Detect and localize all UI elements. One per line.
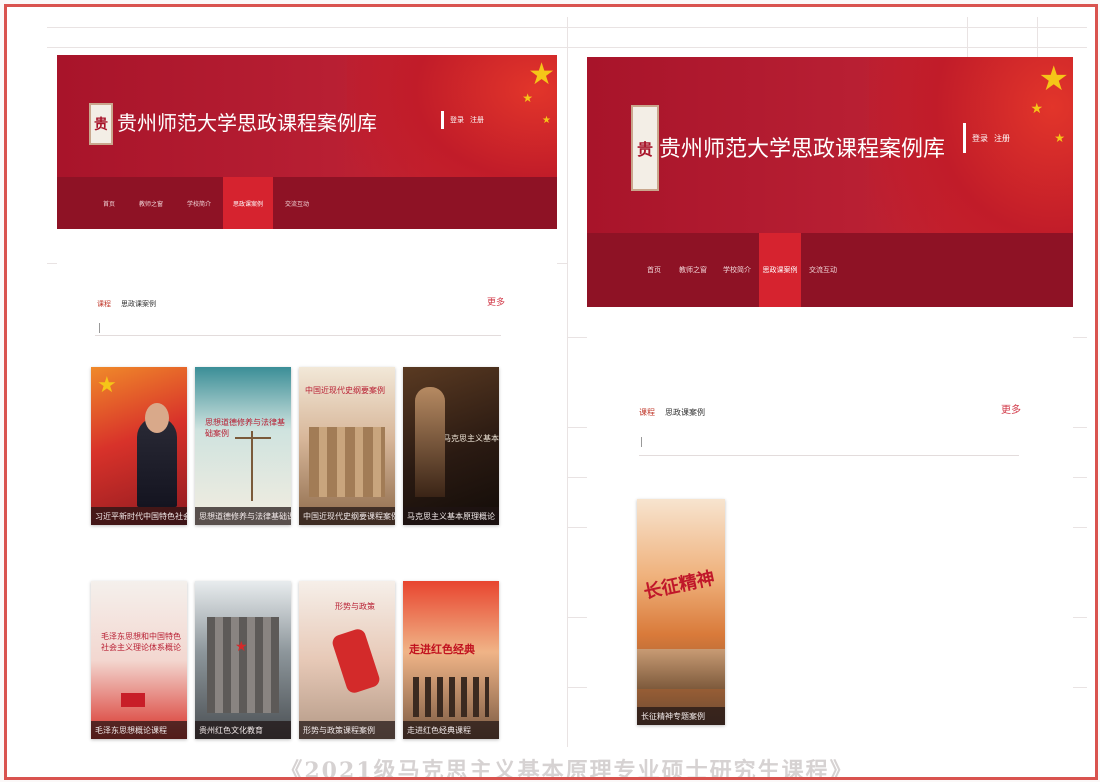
case-card-caption: 中国近现代史纲要课程案例 bbox=[299, 507, 395, 525]
case-card-caption: 马克思主义基本原理概论 bbox=[403, 507, 499, 525]
university-seal-logo: 贵 bbox=[89, 103, 113, 145]
nav-interaction[interactable]: 交流互动 bbox=[801, 233, 845, 307]
case-card[interactable]: 形势与政策 形势与政策课程案例 bbox=[299, 581, 395, 739]
case-card-title: 马克思主义基本原理 bbox=[443, 434, 499, 443]
section-title: 思政课案例 bbox=[665, 408, 705, 417]
section-header: 课程 思政课案例 bbox=[97, 299, 156, 309]
document-frame: ★ ★ ★ 贵 贵州师范大学思政课程案例库 登录 注册 首页 教师之窗 学校简介… bbox=[4, 4, 1098, 780]
case-card-title: 中国近现代史纲要案例 bbox=[305, 386, 385, 395]
star-icon: ★ bbox=[235, 639, 248, 655]
site-banner: ★ ★ ★ 贵 贵州师范大学思政课程案例库 登录 注册 首页 教师之窗 学校简介… bbox=[57, 55, 557, 229]
login-link[interactable]: 登录 bbox=[450, 115, 464, 125]
case-card-caption: 毛泽东思想概论课程 bbox=[91, 721, 187, 739]
case-card[interactable]: 毛泽东思想和中国特色社会主义理论体系概论 毛泽东思想概论课程 bbox=[91, 581, 187, 739]
section-divider bbox=[95, 335, 501, 336]
star-icon: ★ bbox=[1038, 59, 1069, 99]
case-card[interactable]: 马克思主义基本原理 马克思主义基本原理概论 bbox=[403, 367, 499, 525]
nav-teachers[interactable]: 教师之窗 bbox=[127, 177, 175, 229]
fist-shape bbox=[330, 627, 382, 695]
case-card-title: 长征精神 bbox=[641, 567, 717, 604]
ruins-shape bbox=[309, 427, 385, 497]
case-card[interactable]: 思想道德修养与法律基础案例 思想道德修养与法律基础课 bbox=[195, 367, 291, 525]
star-icon: ★ bbox=[522, 91, 533, 105]
section-tag: 课程 bbox=[97, 300, 111, 308]
nav-teachers[interactable]: 教师之窗 bbox=[671, 233, 715, 307]
left-site-screenshot: ★ ★ ★ 贵 贵州师范大学思政课程案例库 登录 注册 首页 教师之窗 学校简介… bbox=[57, 55, 557, 755]
site-banner: ★ ★ ★ 贵 贵州师范大学思政课程案例库 登录 注册 首页 教师之窗 学校简介… bbox=[587, 57, 1073, 307]
case-card[interactable]: 长征精神 长征精神专题案例 bbox=[637, 499, 725, 725]
top-links: 登录 注册 bbox=[441, 111, 484, 129]
star-icon: ★ bbox=[97, 373, 117, 398]
nav-about[interactable]: 学校简介 bbox=[175, 177, 223, 229]
case-card-caption: 贵州红色文化教育 bbox=[195, 721, 291, 739]
section-header: 课程 思政课案例 bbox=[639, 407, 705, 418]
scholar-figure bbox=[415, 387, 445, 497]
case-card[interactable]: ★ 习近平新时代中国特色社会主义思想 bbox=[91, 367, 187, 525]
right-site-screenshot: ★ ★ ★ 贵 贵州师范大学思政课程案例库 登录 注册 首页 教师之窗 学校简介… bbox=[587, 57, 1073, 747]
case-card-caption: 习近平新时代中国特色社会主义思想 bbox=[91, 507, 187, 525]
section-caret bbox=[99, 323, 100, 333]
case-card-title: 毛泽东思想和中国特色社会主义理论体系概论 bbox=[101, 632, 181, 652]
scale-icon bbox=[251, 431, 253, 501]
site-title: 贵州师范大学思政课程案例库 bbox=[659, 137, 946, 162]
case-card-title: 形势与政策 bbox=[335, 602, 375, 611]
section-tag: 课程 bbox=[639, 408, 655, 417]
case-card[interactable]: 中国近现代史纲要案例 中国近现代史纲要课程案例 bbox=[299, 367, 395, 525]
university-seal-logo: 贵 bbox=[631, 105, 659, 191]
section-caret bbox=[641, 437, 642, 447]
star-icon: ★ bbox=[1054, 131, 1065, 145]
case-card-title: 走进红色经典 bbox=[409, 643, 475, 656]
nav-interaction[interactable]: 交流互动 bbox=[273, 177, 321, 229]
scale-beam bbox=[235, 437, 271, 439]
star-icon: ★ bbox=[1030, 101, 1043, 117]
portrait-face bbox=[145, 403, 169, 433]
more-link[interactable]: 更多 bbox=[1001, 401, 1021, 416]
nav-cases[interactable]: 思政课案例 bbox=[223, 177, 273, 229]
case-card-caption: 走进红色经典课程 bbox=[403, 721, 499, 739]
top-links: 登录 注册 bbox=[963, 123, 1010, 153]
nav-home[interactable]: 首页 bbox=[91, 177, 127, 229]
login-link[interactable]: 登录 bbox=[972, 133, 988, 144]
case-card[interactable]: 走进红色经典 走进红色经典课程 bbox=[403, 581, 499, 739]
case-card-caption: 长征精神专题案例 bbox=[637, 707, 725, 725]
case-card-caption: 思想道德修养与法律基础课 bbox=[195, 507, 291, 525]
flag-shape bbox=[121, 693, 145, 707]
section-divider bbox=[639, 455, 1019, 456]
building-shape bbox=[207, 617, 279, 713]
more-link[interactable]: 更多 bbox=[487, 295, 505, 308]
main-nav: 首页 教师之窗 学校简介 思政课案例 交流互动 bbox=[587, 233, 1073, 307]
marchers-shape bbox=[413, 677, 489, 717]
register-link[interactable]: 注册 bbox=[470, 115, 484, 125]
mountain-shape bbox=[637, 649, 725, 689]
nav-about[interactable]: 学校简介 bbox=[715, 233, 759, 307]
section-title: 思政课案例 bbox=[121, 300, 156, 308]
case-card-caption: 形势与政策课程案例 bbox=[299, 721, 395, 739]
register-link[interactable]: 注册 bbox=[994, 133, 1010, 144]
nav-home[interactable]: 首页 bbox=[637, 233, 671, 307]
star-icon: ★ bbox=[542, 115, 551, 126]
user-icon bbox=[441, 111, 444, 129]
star-icon: ★ bbox=[528, 57, 555, 92]
main-nav: 首页 教师之窗 学校简介 思政课案例 交流互动 bbox=[57, 177, 557, 229]
nav-cases[interactable]: 思政课案例 bbox=[759, 233, 801, 307]
site-title: 贵州师范大学思政课程案例库 bbox=[117, 111, 377, 135]
page-caption: 《2021级马克思主义基本原理专业硕士研究生课程》 bbox=[280, 758, 854, 780]
case-card-title: 思想道德修养与法律基础案例 bbox=[205, 418, 285, 438]
user-icon bbox=[963, 123, 966, 153]
case-card[interactable]: ★ 贵州红色文化教育 bbox=[195, 581, 291, 739]
